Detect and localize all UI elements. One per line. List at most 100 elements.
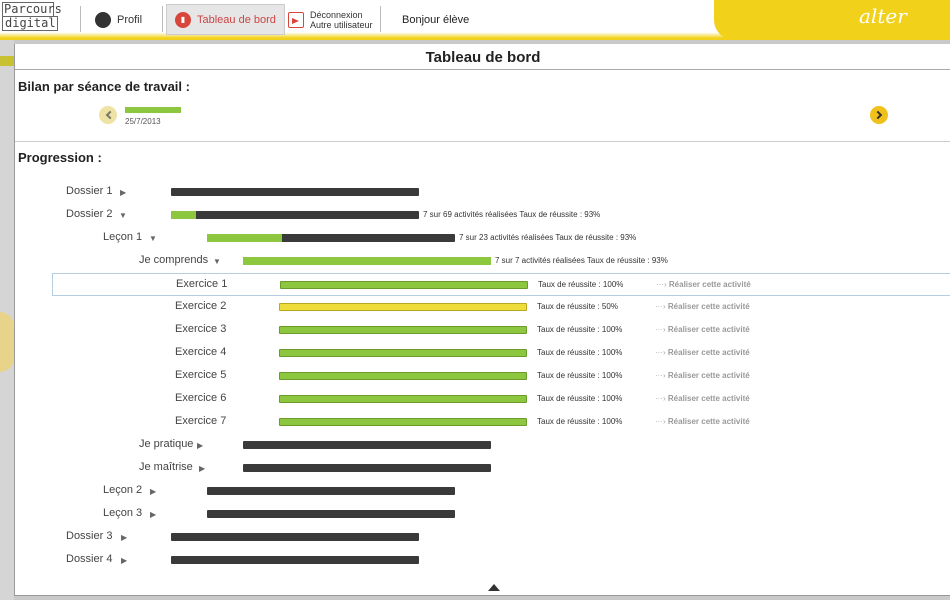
tree-item-label: Exercice 4 — [175, 346, 227, 358]
tree-item-label: Leçon 1 — [103, 231, 143, 243]
logout-button[interactable]: Déconnexion Autre utilisateur — [288, 4, 373, 35]
exercise-row[interactable]: Exercice 7 Taux de réussite : 100% ···› Ré… — [15, 411, 950, 434]
tree-item-label: Exercice 3 — [175, 323, 227, 335]
collapse-icon[interactable]: ▼ — [149, 234, 157, 243]
tree-row[interactable]: Leçon 1 ▼ 7 sur 23 activités réalisées Tau… — [15, 227, 950, 250]
progress-fill — [207, 234, 282, 242]
progress-bar — [207, 510, 455, 518]
progress-bar — [171, 188, 419, 196]
do-activity-label: Réaliser cette activité — [667, 371, 750, 380]
session-date: 25/7/2013 — [125, 117, 161, 126]
app-logo[interactable]: Parcours digital — [2, 2, 72, 36]
tree-row[interactable]: Je pratique ▶ — [15, 434, 950, 457]
exercise-result-bar — [279, 303, 527, 311]
expand-icon[interactable]: ▶ — [121, 556, 127, 565]
expand-icon[interactable]: ▶ — [150, 487, 156, 496]
exercise-row[interactable]: Exercice 2 Taux de réussite : 50% ···› Réa… — [15, 296, 950, 319]
do-activity-label: Réaliser cette activité — [668, 280, 751, 289]
do-activity-link[interactable]: ···› Réaliser cette activité — [655, 394, 750, 403]
progress-bar — [171, 556, 419, 564]
tree-item-label: Dossier 3 — [66, 530, 113, 542]
left-edge — [0, 40, 14, 600]
collapse-icon[interactable]: ▼ — [119, 211, 127, 220]
switch-user-label: Autre utilisateur — [310, 19, 373, 30]
dotted-arrow-icon: ···› — [655, 417, 666, 426]
dotted-arrow-icon: ···› — [655, 325, 666, 334]
profil-button[interactable]: Profil — [95, 4, 142, 35]
exercise-row[interactable]: Exercice 6 Taux de réussite : 100% ···› Ré… — [15, 388, 950, 411]
tree-item-label: Leçon 3 — [103, 507, 143, 519]
do-activity-link[interactable]: ···› Réaliser cette activité — [655, 348, 750, 357]
tree-row[interactable]: Dossier 3 ▶ — [15, 526, 950, 549]
progress-fill — [171, 211, 196, 219]
next-session-button[interactable] — [870, 106, 888, 124]
scroll-up-icon[interactable] — [488, 584, 500, 591]
progress-bar — [171, 533, 419, 541]
do-activity-label: Réaliser cette activité — [667, 302, 750, 311]
do-activity-link[interactable]: ···› Réaliser cette activité — [655, 302, 750, 311]
tree-row[interactable]: Leçon 2 ▶ — [15, 480, 950, 503]
dotted-arrow-icon: ···› — [655, 371, 666, 380]
tree-row[interactable]: Leçon 3 ▶ — [15, 503, 950, 526]
tree-row[interactable]: Dossier 1 ▶ — [15, 181, 950, 204]
do-activity-label: Réaliser cette activité — [667, 417, 750, 426]
exercise-result-bar — [280, 281, 528, 289]
divider — [80, 6, 81, 32]
tree-row[interactable]: Je comprends ▼ 7 sur 7 activités réalisées… — [15, 250, 950, 273]
exercise-row[interactable]: Exercice 1 Taux de réussite : 100% ···› Ré… — [52, 273, 950, 296]
progress-bar — [243, 441, 491, 449]
expand-icon[interactable]: ▶ — [199, 464, 205, 473]
success-rate: Taux de réussite : 100% — [538, 280, 624, 289]
divider — [162, 6, 163, 32]
dashboard-panel: Tableau de bord Bilan par séance de trav… — [14, 44, 950, 596]
tree-item-label: Exercice 1 — [176, 278, 228, 290]
do-activity-link[interactable]: ···› Réaliser cette activité — [655, 371, 750, 380]
progress-info: 7 sur 7 activités réalisées Taux de réus… — [495, 256, 668, 265]
do-activity-label: Réaliser cette activité — [667, 394, 750, 403]
success-rate: Taux de réussite : 100% — [537, 417, 623, 426]
expand-icon[interactable]: ▶ — [121, 533, 127, 542]
tree-item-label: Leçon 2 — [103, 484, 143, 496]
greeting: Bonjour élève — [402, 14, 470, 26]
exercise-result-bar — [279, 372, 527, 380]
progress-fill — [243, 257, 491, 265]
exercise-result-bar — [279, 418, 527, 426]
collapse-icon[interactable]: ▼ — [213, 257, 221, 266]
progress-bar — [171, 211, 419, 219]
tree-row[interactable]: Je maîtrise ▶ — [15, 457, 950, 480]
progress-info: 7 sur 23 activités réalisées Taux de réu… — [459, 233, 637, 242]
exercise-result-bar — [279, 395, 527, 403]
user-icon — [95, 11, 111, 28]
expand-icon[interactable]: ▶ — [197, 441, 203, 450]
do-activity-link[interactable]: ···› Réaliser cette activité — [656, 280, 751, 289]
tree-item-label: Je maîtrise — [139, 461, 193, 473]
exercise-result-bar — [279, 349, 527, 357]
do-activity-link[interactable]: ···› Réaliser cette activité — [655, 417, 750, 426]
do-activity-label: Réaliser cette activité — [667, 348, 750, 357]
logout-icon — [288, 11, 304, 28]
exercise-row[interactable]: Exercice 5 Taux de réussite : 100% ···› Ré… — [15, 365, 950, 388]
dashboard-button[interactable]: ▮ Tableau de bord — [166, 4, 285, 35]
session-bar[interactable] — [125, 107, 181, 113]
tree-item-label: Dossier 2 — [66, 208, 113, 220]
progress-bar — [207, 487, 455, 495]
success-rate: Taux de réussite : 100% — [537, 325, 623, 334]
dotted-arrow-icon: ···› — [655, 348, 666, 357]
exercise-row[interactable]: Exercice 3 Taux de réussite : 100% ···› Ré… — [15, 319, 950, 342]
expand-icon[interactable]: ▶ — [120, 188, 126, 197]
exercise-result-bar — [279, 326, 527, 334]
do-activity-link[interactable]: ···› Réaliser cette activité — [655, 325, 750, 334]
tree-item-label: Exercice 5 — [175, 369, 227, 381]
tree-item-label: Je comprends — [139, 254, 209, 266]
tree-item-label: Exercice 2 — [175, 300, 227, 312]
progress-info: 7 sur 69 activités réalisées Taux de réu… — [423, 210, 601, 219]
logout-label: Déconnexion — [310, 9, 363, 20]
top-bar: Parcours digital Profil ▮ Tableau de bor… — [0, 0, 950, 40]
previous-session-button[interactable] — [99, 106, 117, 124]
tree-row[interactable]: Dossier 4 ▶ — [15, 549, 950, 572]
progress-bar — [243, 257, 491, 265]
page-title: Tableau de bord — [15, 44, 950, 70]
tree-row[interactable]: Dossier 2 ▼ 7 sur 69 activités réalisées T… — [15, 204, 950, 227]
exercise-row[interactable]: Exercice 4 Taux de réussite : 100% ···› Ré… — [15, 342, 950, 365]
expand-icon[interactable]: ▶ — [150, 510, 156, 519]
